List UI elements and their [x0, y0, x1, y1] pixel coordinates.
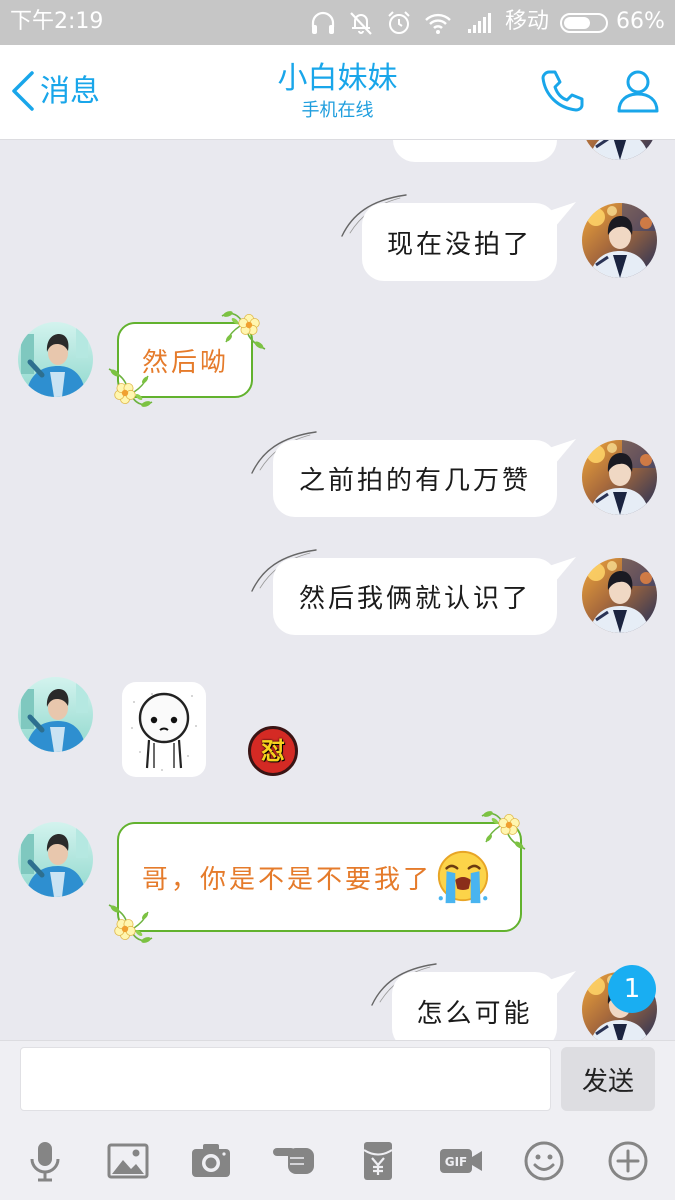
red-packet-icon[interactable]	[356, 1139, 400, 1183]
avatar-contact[interactable]	[18, 322, 93, 397]
message-bubble-outgoing[interactable]: 之前拍的有几万赞	[273, 440, 557, 517]
phone-call-icon[interactable]	[538, 67, 586, 115]
camera-icon[interactable]	[189, 1139, 233, 1183]
chat-header: 消息 小白妹妹 手机在线	[0, 45, 675, 140]
poke-hand-icon[interactable]	[272, 1139, 316, 1183]
battery-percent: 66%	[616, 9, 665, 34]
message-text: 然后我俩就认识了	[298, 584, 531, 614]
alarm-icon	[388, 11, 410, 34]
message-bubble-outgoing[interactable]	[393, 140, 557, 162]
blank-face-sticker-icon[interactable]	[122, 682, 206, 777]
battery-fill	[564, 17, 591, 29]
signal-icon	[468, 13, 491, 33]
avatar-self[interactable]	[582, 203, 657, 278]
avatar-self[interactable]	[582, 558, 657, 633]
wifi-icon	[425, 13, 451, 34]
composer: 发送 GIF	[0, 1040, 675, 1200]
message-text: 然后呦	[142, 347, 230, 378]
flower-decoration	[106, 902, 154, 946]
crying-face-icon	[434, 848, 492, 906]
flower-decoration	[106, 366, 154, 410]
plus-circle-icon[interactable]	[606, 1139, 650, 1183]
avatar-contact[interactable]	[18, 822, 93, 897]
message-text: 哥，你是不是不要我了	[142, 864, 433, 895]
bubble-tail	[549, 970, 579, 1000]
reaction-sticker-text: 怼	[261, 737, 285, 765]
gif-icon[interactable]: GIF	[439, 1139, 483, 1183]
message-bubble-incoming[interactable]: 哥，你是不是不要我了	[117, 822, 522, 932]
bubble-tail	[549, 556, 579, 586]
status-time: 下午2:19	[10, 9, 104, 34]
message-input[interactable]	[20, 1047, 551, 1111]
carrier-name: 移动	[505, 9, 550, 34]
reaction-sticker[interactable]: 怼	[248, 726, 298, 776]
bubble-tail	[549, 201, 579, 231]
unread-count: 1	[623, 974, 641, 1004]
message-bubble-outgoing[interactable]: 然后我俩就认识了	[273, 558, 557, 635]
message-list[interactable]: 现在没拍了 然后呦 之前拍的有几万赞 然后我俩就认识了 怼 哥，你是不是不要我了…	[0, 140, 675, 1040]
headphones-icon	[311, 11, 335, 34]
avatar-contact[interactable]	[18, 677, 93, 752]
emoji-smiley-icon[interactable]	[522, 1139, 566, 1183]
gif-label: GIF	[445, 1155, 468, 1169]
message-bubble-outgoing[interactable]: 现在没拍了	[362, 203, 557, 281]
qq-chat-screen: 下午2:19 移动 66% 消息 小白妹妹 手机在线 现在没拍了 然后呦 之前拍…	[0, 0, 675, 1200]
profile-icon[interactable]	[614, 67, 662, 115]
avatar-self[interactable]	[582, 140, 657, 160]
silent-mode-icon	[350, 12, 372, 35]
message-text: 现在没拍了	[386, 229, 532, 260]
message-bubble-outgoing[interactable]: 怎么可能	[392, 972, 557, 1040]
flower-decoration	[480, 808, 528, 852]
microphone-icon[interactable]	[23, 1139, 67, 1183]
unread-badge[interactable]: 1	[608, 965, 656, 1013]
flower-decoration	[220, 308, 268, 352]
avatar-self[interactable]	[582, 440, 657, 515]
send-button[interactable]: 发送	[561, 1047, 655, 1111]
message-text: 之前拍的有几万赞	[298, 466, 531, 496]
image-icon[interactable]	[106, 1139, 150, 1183]
battery-icon	[560, 13, 608, 33]
message-text: 怎么可能	[416, 998, 533, 1029]
bubble-tail	[549, 438, 579, 468]
status-bar: 下午2:19 移动 66%	[0, 0, 675, 45]
